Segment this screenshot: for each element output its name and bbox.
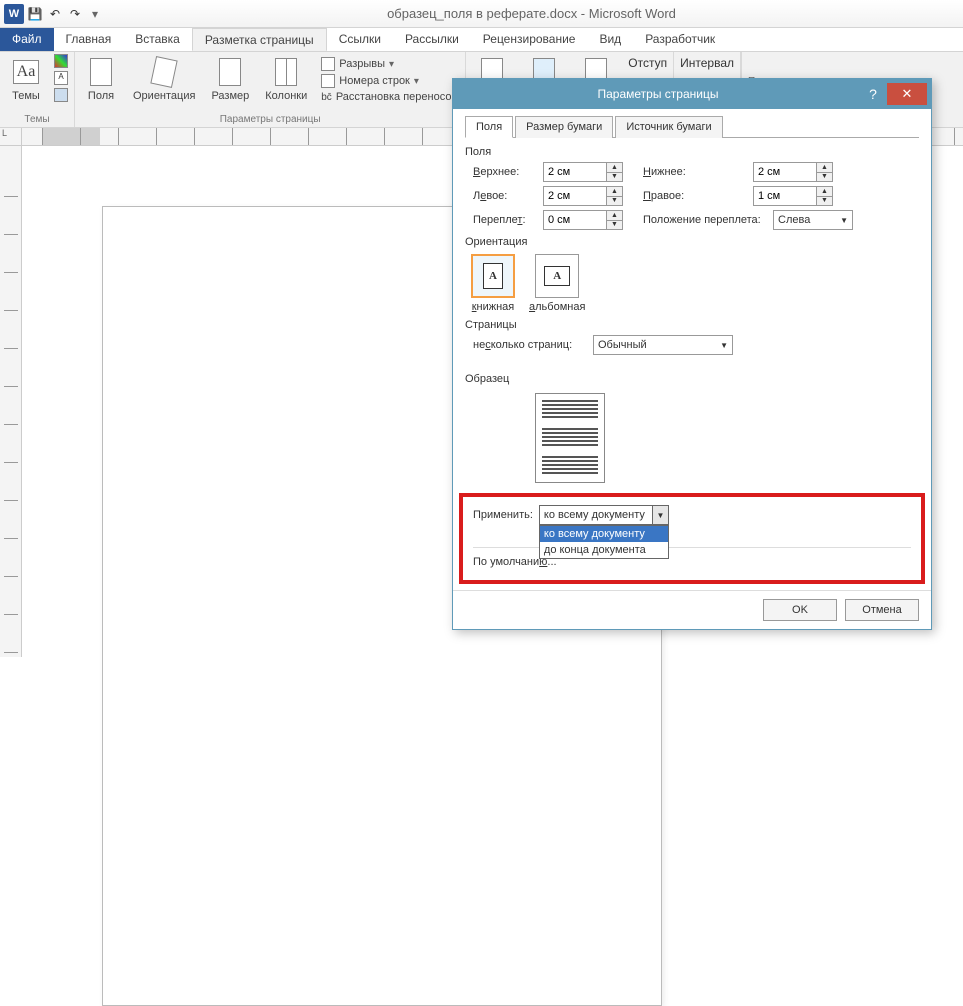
cancel-button[interactable]: Отмена	[845, 599, 919, 621]
orientation-landscape[interactable]: A альбомная	[529, 254, 585, 313]
title-bar: W 💾 ↶ ↷ ▾ образец_поля в реферате.docx -…	[0, 0, 963, 28]
breaks-button[interactable]: Разрывы ▾	[319, 56, 459, 72]
bottom-margin-input[interactable]: ▲▼	[753, 162, 833, 182]
orientation-portrait[interactable]: A книжная	[471, 254, 515, 313]
word-app-icon: W	[4, 4, 24, 24]
gutter-pos-label: Положение переплета:	[623, 214, 773, 226]
spinner-up-icon[interactable]: ▲	[607, 163, 622, 173]
bottom-margin-label: Нижнее:	[623, 166, 753, 178]
gutter-pos-select[interactable]: Слева▼	[773, 210, 853, 230]
portrait-label: книжная	[472, 301, 515, 313]
line-numbers-icon	[321, 74, 335, 88]
chevron-down-icon: ▼	[840, 216, 848, 225]
apply-selected-value: ко всему документу	[544, 509, 645, 521]
apply-highlight-box: Применить: ко всему документу ▼ ко всему…	[459, 493, 925, 584]
undo-icon[interactable]: ↶	[46, 5, 64, 23]
section-preview-label: Образец	[465, 373, 919, 385]
top-margin-label: Верхнее:	[473, 166, 543, 178]
chevron-down-icon: ▼	[720, 341, 728, 350]
landscape-label: альбомная	[529, 301, 585, 313]
save-icon[interactable]: 💾	[26, 5, 44, 23]
gutter-label: Переплет:	[473, 214, 543, 226]
section-fields-label: Поля	[465, 146, 919, 158]
tab-home[interactable]: Главная	[54, 28, 124, 51]
tab-insert[interactable]: Вставка	[123, 28, 192, 51]
ruler-corner: L	[0, 128, 22, 146]
right-margin-input[interactable]: ▲▼	[753, 186, 833, 206]
themes-button-label: Темы	[12, 90, 40, 102]
quick-access-toolbar: W 💾 ↶ ↷ ▾	[4, 4, 104, 24]
right-margin-label: Правое:	[623, 190, 753, 202]
line-numbers-button[interactable]: Номера строк ▾	[319, 73, 459, 89]
left-margin-input[interactable]: ▲▼	[543, 186, 623, 206]
apply-option-to-end[interactable]: до конца документа	[540, 542, 668, 558]
size-label: Размер	[211, 90, 249, 102]
apply-to-select[interactable]: ко всему документу ▼ ко всему документу …	[539, 505, 669, 525]
indent-label: Отступ	[628, 56, 667, 70]
breaks-icon	[321, 57, 335, 71]
tab-references[interactable]: Ссылки	[327, 28, 393, 51]
redo-icon[interactable]: ↷	[66, 5, 84, 23]
theme-fonts-icon[interactable]: A	[54, 71, 68, 85]
orientation-label: Ориентация	[133, 90, 195, 102]
dialog-close-button[interactable]: ✕	[887, 83, 927, 105]
spacing-label: Интервал	[680, 56, 734, 70]
dialog-title: Параметры страницы	[457, 87, 859, 101]
chevron-down-icon: ▼	[652, 506, 668, 524]
gutter-input[interactable]: ▲▼	[543, 210, 623, 230]
theme-effects-icon[interactable]	[54, 88, 68, 102]
top-margin-input[interactable]: ▲▼	[543, 162, 623, 182]
themes-button[interactable]: Aa Темы	[6, 54, 46, 104]
dialog-button-row: OK Отмена	[453, 590, 931, 629]
dialog-tabs: Поля Размер бумаги Источник бумаги	[465, 115, 919, 138]
ribbon-group-themes: Aa Темы A Темы	[0, 52, 75, 127]
margins-button[interactable]: Поля	[81, 54, 121, 104]
theme-colors-icon[interactable]	[54, 54, 68, 68]
page-setup-dialog: Параметры страницы ? ✕ Поля Размер бумаг…	[452, 78, 932, 630]
document-title: образец_поля в реферате.docx - Microsoft…	[104, 6, 959, 21]
columns-button[interactable]: Колонки	[261, 54, 311, 104]
dialog-tab-paper[interactable]: Размер бумаги	[515, 116, 613, 138]
vertical-ruler[interactable]	[0, 146, 22, 657]
left-margin-label: Левое:	[473, 190, 543, 202]
ribbon-group-page-setup: Поля Ориентация Размер Колонки Разрывы ▾…	[75, 52, 466, 127]
preview-thumbnail	[535, 393, 605, 483]
dialog-tab-fields[interactable]: Поля	[465, 116, 513, 138]
tab-file[interactable]: Файл	[0, 28, 54, 51]
ribbon-tabs: Файл Главная Вставка Разметка страницы С…	[0, 28, 963, 52]
page-setup-group-label: Параметры страницы	[81, 114, 459, 127]
tab-page-layout[interactable]: Разметка страницы	[192, 28, 327, 51]
section-orientation-label: Ориентация	[465, 236, 919, 248]
dialog-tab-source[interactable]: Источник бумаги	[615, 116, 722, 138]
apply-label: Применить:	[473, 509, 533, 521]
columns-label: Колонки	[265, 90, 307, 102]
tab-mailings[interactable]: Рассылки	[393, 28, 471, 51]
multi-pages-select[interactable]: Обычный▼	[593, 335, 733, 355]
tab-view[interactable]: Вид	[587, 28, 633, 51]
apply-to-dropdown-list: ко всему документу до конца документа	[539, 525, 669, 559]
themes-group-label: Темы	[6, 114, 68, 127]
tab-review[interactable]: Рецензирование	[471, 28, 588, 51]
ok-button[interactable]: OK	[763, 599, 837, 621]
qat-dropdown-icon[interactable]: ▾	[86, 5, 104, 23]
margins-label: Поля	[88, 90, 114, 102]
multi-pages-label: несколько страниц:	[473, 339, 593, 351]
orientation-button[interactable]: Ориентация	[129, 54, 199, 104]
hyphenation-button[interactable]: bc̄ Расстановка переносов	[319, 90, 459, 104]
dialog-help-button[interactable]: ?	[859, 86, 887, 102]
apply-option-whole-doc[interactable]: ко всему документу	[540, 526, 668, 542]
dialog-titlebar[interactable]: Параметры страницы ? ✕	[453, 79, 931, 109]
size-button[interactable]: Размер	[207, 54, 253, 104]
spinner-down-icon[interactable]: ▼	[607, 173, 622, 182]
tab-developer[interactable]: Разработчик	[633, 28, 727, 51]
section-pages-label: Страницы	[465, 319, 919, 331]
